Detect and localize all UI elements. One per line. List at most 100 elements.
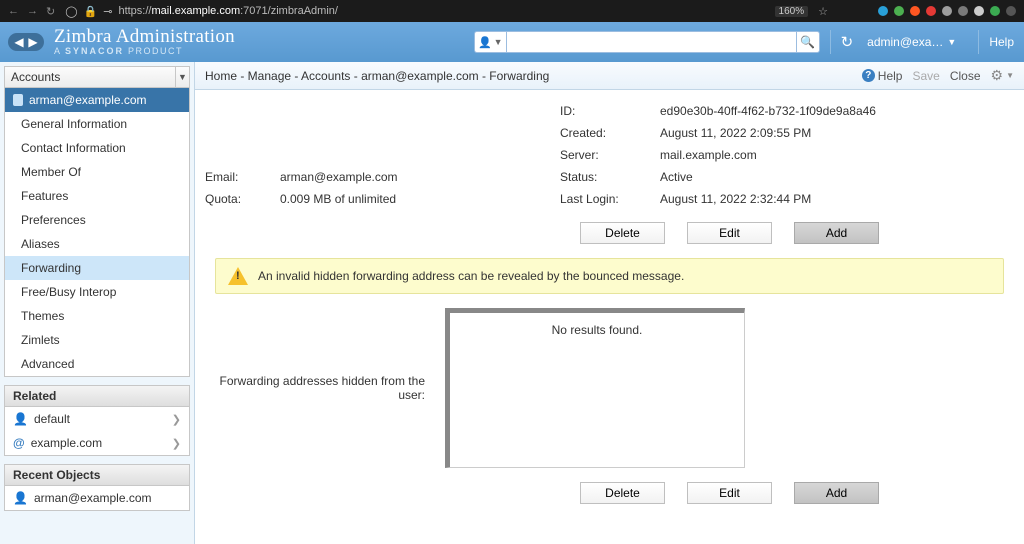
forwarding-panel-1: Delete Edit Add An invalid hidden forwar… — [215, 222, 1004, 504]
user-icon: 👤 — [13, 491, 28, 505]
browser-back-icon[interactable]: ← — [8, 5, 19, 18]
server-key: Server: — [560, 148, 640, 162]
sidebar-related-label: default — [34, 412, 70, 426]
sidebar-item-preferences[interactable]: Preferences — [5, 208, 189, 232]
created-value: August 11, 2022 2:09:55 PM — [660, 126, 994, 140]
zoom-badge[interactable]: 160% — [775, 6, 809, 17]
breadcrumb[interactable]: Home - Manage - Accounts - arman@example… — [205, 69, 549, 83]
login-value: August 11, 2022 2:32:44 PM — [660, 192, 994, 206]
scroll-area[interactable]: ID: ed90e30b-40ff-4f62-b732-1f09de9a8a46… — [195, 90, 1024, 544]
bookmark-icon[interactable]: ☆ — [818, 5, 828, 18]
chevron-down-icon: ▼ — [175, 66, 189, 88]
sidebar-recent-item[interactable]: 👤 arman@example.com — [5, 486, 189, 510]
chevron-down-icon: ▼ — [947, 37, 956, 47]
edit-button[interactable]: Edit — [687, 222, 772, 244]
user-menu[interactable]: admin@exa… ▼ — [867, 35, 956, 49]
help-action[interactable]: ?Help — [862, 69, 903, 83]
sidebar-item-features[interactable]: Features — [5, 184, 189, 208]
chevron-right-icon: ❯ — [172, 437, 181, 450]
search-type-select[interactable]: 👤 ▼ — [474, 31, 506, 53]
no-results-text: No results found. — [552, 323, 643, 337]
button-row-2: Delete Edit Add — [215, 482, 1004, 504]
status-value: Active — [660, 170, 994, 184]
email-key: Email: — [205, 170, 260, 184]
history-forward-icon[interactable]: ▶ — [28, 35, 38, 49]
permissions-icon: ⊸ — [103, 5, 112, 18]
add-button[interactable]: Add — [794, 222, 879, 244]
save-action: Save — [912, 69, 939, 83]
sidebar-related-header: Related — [4, 385, 190, 407]
sidebar-item-advanced[interactable]: Advanced — [5, 352, 189, 376]
delete-button[interactable]: Delete — [580, 222, 665, 244]
chevron-down-icon: ▼ — [494, 37, 503, 47]
sidebar-item-free-busy[interactable]: Free/Busy Interop — [5, 280, 189, 304]
sidebar-recent-label: arman@example.com — [34, 491, 152, 505]
sidebar-item-zimlets[interactable]: Zimlets — [5, 328, 189, 352]
gear-icon: ⚙ — [991, 67, 1004, 84]
quota-key: Quota: — [205, 192, 260, 206]
id-key: ID: — [560, 104, 640, 118]
hidden-forwarding-list[interactable]: No results found. — [445, 308, 745, 468]
sidebar-item-aliases[interactable]: Aliases — [5, 232, 189, 256]
browser-reload-icon[interactable]: ↻ — [46, 5, 55, 18]
lock-icon: 🔒 — [84, 5, 98, 18]
warning-alert: An invalid hidden forwarding address can… — [215, 258, 1004, 294]
history-navigator[interactable]: ◀ ▶ — [8, 33, 44, 51]
user-icon — [13, 94, 23, 106]
created-key: Created: — [560, 126, 640, 140]
settings-action[interactable]: ⚙▼ — [991, 67, 1014, 84]
user-icon: 👤 — [13, 412, 28, 426]
search-box: 👤 ▼ 🔍 — [474, 31, 820, 53]
sidebar-item-themes[interactable]: Themes — [5, 304, 189, 328]
header-help-link[interactable]: Help — [989, 35, 1014, 49]
sidebar-selector-label: Accounts — [11, 70, 60, 84]
sidebar-item-member-of[interactable]: Member Of — [5, 160, 189, 184]
status-key: Status: — [560, 170, 640, 184]
url-host: mail.example.com — [151, 5, 240, 17]
server-value: mail.example.com — [660, 148, 994, 162]
user-label: admin@exa… — [867, 35, 943, 49]
add-button[interactable]: Add — [794, 482, 879, 504]
browser-url[interactable]: https://mail.example.com:7071/zimbraAdmi… — [118, 5, 338, 17]
at-icon: @ — [13, 436, 25, 450]
email-value: arman@example.com — [280, 170, 540, 184]
help-icon: ? — [862, 69, 875, 82]
browser-extensions — [878, 6, 1016, 16]
search-button[interactable]: 🔍 — [796, 31, 820, 53]
app-title: Zimbra Administration — [54, 27, 235, 47]
sidebar-item-forwarding[interactable]: Forwarding — [5, 256, 189, 280]
button-row-1: Delete Edit Add — [215, 222, 1004, 244]
breadcrumb-bar: Home - Manage - Accounts - arman@example… — [195, 62, 1024, 90]
warning-text: An invalid hidden forwarding address can… — [258, 269, 684, 283]
sidebar-account-row[interactable]: arman@example.com — [5, 88, 189, 112]
delete-button[interactable]: Delete — [580, 482, 665, 504]
search-input[interactable] — [506, 31, 796, 53]
sidebar-nav: arman@example.com General Information Co… — [4, 88, 190, 377]
chevron-right-icon: ❯ — [172, 413, 181, 426]
sidebar-selector[interactable]: Accounts ▼ — [4, 66, 190, 88]
chevron-down-icon: ▼ — [1006, 71, 1014, 80]
sidebar-recent-list: 👤 arman@example.com — [4, 486, 190, 511]
sidebar-item-general-information[interactable]: General Information — [5, 112, 189, 136]
login-key: Last Login: — [560, 192, 640, 206]
history-back-icon[interactable]: ◀ — [14, 35, 24, 49]
hidden-forwarding-row: Forwarding addresses hidden from the use… — [215, 308, 1004, 468]
refresh-button[interactable]: ↻ — [841, 33, 854, 51]
content-actions: ?Help Save Close ⚙▼ — [862, 67, 1014, 84]
sidebar-recent-header: Recent Objects — [4, 464, 190, 486]
quota-value: 0.009 MB of unlimited — [280, 192, 540, 206]
sidebar-related-list: 👤 default ❯ @example.com ❯ — [4, 407, 190, 456]
url-path: :7071/zimbraAdmin/ — [240, 5, 338, 17]
brand: Zimbra Administration A SYNACOR PRODUCT — [54, 27, 235, 56]
sidebar-related-default[interactable]: 👤 default ❯ — [5, 407, 189, 431]
account-info: ID: ed90e30b-40ff-4f62-b732-1f09de9a8a46… — [195, 90, 1024, 220]
close-action[interactable]: Close — [950, 69, 981, 83]
hidden-forwarding-label: Forwarding addresses hidden from the use… — [215, 308, 425, 468]
sidebar-account-label: arman@example.com — [29, 93, 147, 107]
sidebar: Accounts ▼ arman@example.com General Inf… — [0, 62, 195, 544]
sidebar-related-domain[interactable]: @example.com ❯ — [5, 431, 189, 455]
edit-button[interactable]: Edit — [687, 482, 772, 504]
sidebar-item-contact-information[interactable]: Contact Information — [5, 136, 189, 160]
browser-forward-icon: → — [27, 5, 38, 18]
shield-icon: ◯ — [65, 5, 77, 18]
